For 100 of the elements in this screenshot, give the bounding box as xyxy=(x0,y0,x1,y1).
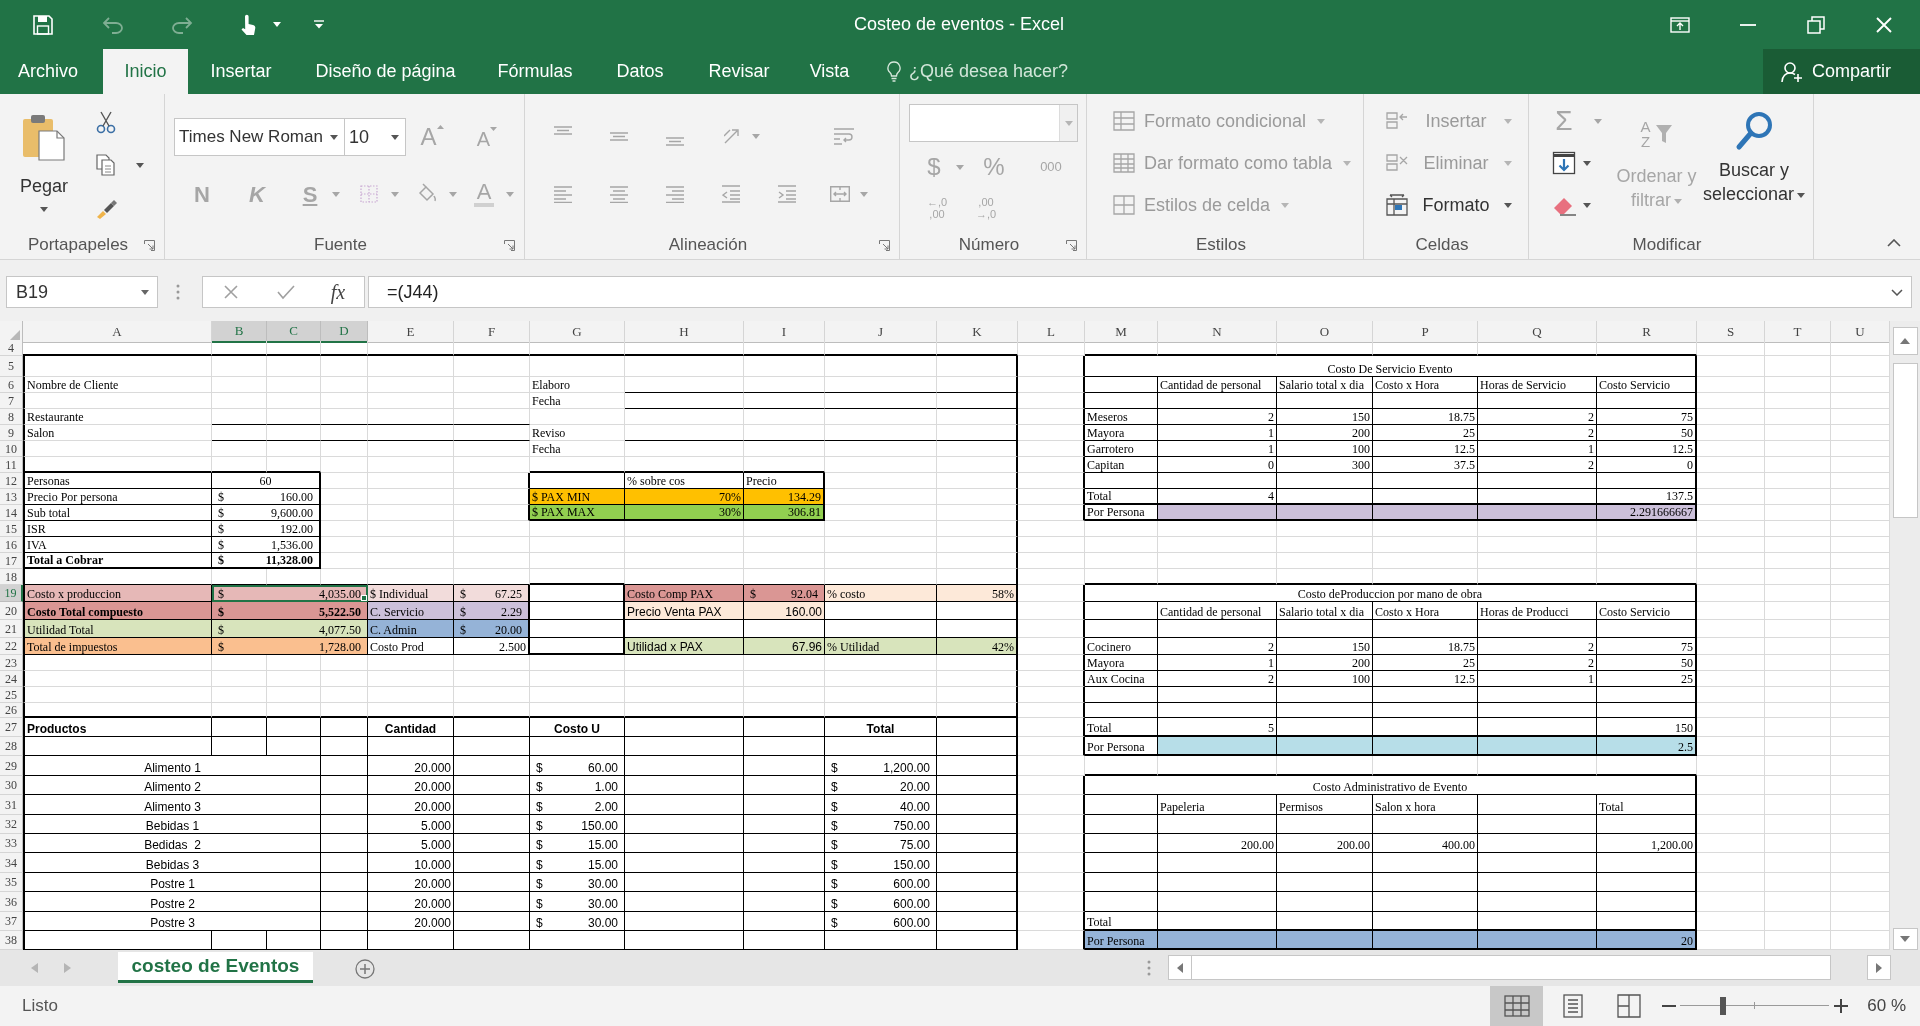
caret-icon xyxy=(506,191,514,197)
normal-view-button[interactable] xyxy=(1490,986,1544,1026)
scrollbar-thumb[interactable] xyxy=(1192,955,1831,980)
column-header[interactable]: F xyxy=(454,321,530,343)
row-header[interactable]: 29 xyxy=(0,756,23,776)
scroll-up-button[interactable] xyxy=(1892,327,1918,355)
row-header[interactable]: 34 xyxy=(0,853,23,873)
column-header[interactable]: P xyxy=(1373,321,1478,343)
column-header[interactable]: U xyxy=(1831,321,1890,343)
tell-me-field[interactable]: ¿Qué desea hacer? xyxy=(909,58,1149,85)
row-header[interactable]: 26 xyxy=(0,703,23,718)
column-header[interactable]: H xyxy=(625,321,744,343)
column-header[interactable]: C xyxy=(267,321,321,343)
zoom-slider[interactable] xyxy=(1680,996,1830,1016)
row-header[interactable]: 7 xyxy=(0,393,23,409)
row-header[interactable]: 22 xyxy=(0,638,23,655)
insert-function-button[interactable]: fx xyxy=(324,278,352,306)
column-header[interactable]: N xyxy=(1158,321,1277,343)
dialog-launcher-button[interactable] xyxy=(878,238,891,252)
row-header[interactable]: 19 xyxy=(0,585,23,602)
ribbon-tab[interactable]: Datos xyxy=(593,49,687,94)
row-header[interactable]: 16 xyxy=(0,537,23,553)
column-header[interactable]: A xyxy=(23,321,212,343)
row-header[interactable]: 8 xyxy=(0,409,23,425)
scroll-down-button[interactable] xyxy=(1892,928,1918,950)
ribbon-tab[interactable]: Inicio xyxy=(103,49,188,94)
column-header[interactable]: S xyxy=(1697,321,1765,343)
row-header[interactable]: 31 xyxy=(0,795,23,815)
ribbon-tab[interactable]: Insertar xyxy=(188,49,294,94)
row-header[interactable]: 18 xyxy=(0,569,23,585)
currency-symbol: $ xyxy=(218,587,224,601)
row-header[interactable]: 33 xyxy=(0,834,23,853)
column-header[interactable]: M xyxy=(1085,321,1158,343)
column-header[interactable]: R xyxy=(1597,321,1697,343)
paste-button[interactable]: Pegar xyxy=(12,94,76,224)
row-header[interactable]: 20 xyxy=(0,602,23,620)
row-header[interactable]: 30 xyxy=(0,776,23,795)
find-select-button[interactable]: Buscar y seleccionar xyxy=(1700,94,1808,222)
row-header[interactable]: 23 xyxy=(0,655,23,671)
row-header[interactable]: 38 xyxy=(0,931,23,950)
row-header[interactable]: 5 xyxy=(0,356,23,377)
table-cell: Salario total x dia xyxy=(1277,602,1373,620)
column-header[interactable]: E xyxy=(368,321,454,343)
column-header[interactable]: K xyxy=(937,321,1018,343)
scroll-right-button[interactable] xyxy=(1867,955,1891,980)
sheet-tab[interactable]: costeo de Eventos xyxy=(118,952,313,983)
row-header[interactable]: 14 xyxy=(0,505,23,521)
zoom-slider-thumb[interactable] xyxy=(1720,997,1727,1015)
table-cell: Total xyxy=(1597,795,1697,815)
row-header[interactable]: 17 xyxy=(0,553,23,569)
column-header[interactable]: G xyxy=(530,321,625,343)
row-header[interactable]: 35 xyxy=(0,873,23,892)
name-box[interactable]: B19 xyxy=(6,276,158,308)
dialog-launcher-button[interactable] xyxy=(1065,238,1078,252)
row-header[interactable]: 15 xyxy=(0,521,23,537)
row-header[interactable]: 6 xyxy=(0,377,23,393)
caret-icon xyxy=(1504,202,1512,208)
scroll-left-button[interactable] xyxy=(1168,955,1192,980)
row-header[interactable]: 21 xyxy=(0,620,23,638)
formula-field[interactable]: =(J44) xyxy=(368,276,1912,308)
row-header[interactable]: 9 xyxy=(0,425,23,441)
column-header[interactable]: B xyxy=(212,321,267,343)
dialog-launcher-button[interactable] xyxy=(143,238,156,252)
column-header[interactable]: Q xyxy=(1478,321,1597,343)
format-cells-button[interactable]: Formato xyxy=(1380,188,1518,222)
column-header[interactable]: L xyxy=(1018,321,1085,343)
currency-symbol: $ xyxy=(218,623,224,637)
row-header[interactable]: 24 xyxy=(0,671,23,687)
row-header[interactable]: 32 xyxy=(0,815,23,834)
table-cell: Postre 1 xyxy=(23,873,321,892)
ribbon-tab[interactable]: Diseño de página xyxy=(294,49,477,94)
row-header[interactable]: 10 xyxy=(0,441,23,457)
cell-value: 1,536.00 xyxy=(271,538,313,552)
column-header[interactable]: O xyxy=(1277,321,1373,343)
column-header[interactable]: I xyxy=(744,321,825,343)
ribbon-tab[interactable]: Revisar xyxy=(687,49,791,94)
dialog-launcher-icon xyxy=(1066,239,1077,251)
row-header[interactable]: 36 xyxy=(0,892,23,912)
column-header[interactable]: D xyxy=(321,321,368,343)
new-sheet-button[interactable] xyxy=(354,958,376,980)
row-header[interactable]: 4 xyxy=(0,341,23,356)
row-header[interactable]: 27 xyxy=(0,718,23,737)
scrollbar-thumb[interactable] xyxy=(1892,363,1918,518)
row-header[interactable]: 11 xyxy=(0,457,23,473)
share-button[interactable]: Compartir xyxy=(1763,49,1920,94)
row-header[interactable]: 12 xyxy=(0,473,23,489)
row-header[interactable]: 13 xyxy=(0,489,23,505)
row-header[interactable]: 37 xyxy=(0,912,23,931)
ribbon-tab[interactable]: Vista xyxy=(791,49,868,94)
row-header[interactable]: 25 xyxy=(0,687,23,703)
fill-handle[interactable] xyxy=(361,595,367,601)
ribbon-tab[interactable]: Archivo xyxy=(0,49,96,94)
number-format-combobox[interactable] xyxy=(909,104,1078,142)
table-cell: Costo Total compuesto xyxy=(23,602,212,620)
ribbon-tab[interactable]: Fórmulas xyxy=(477,49,593,94)
column-header[interactable]: J xyxy=(825,321,937,343)
column-header[interactable]: T xyxy=(1765,321,1831,343)
row-header[interactable]: 28 xyxy=(0,737,23,756)
table-cell: 2 xyxy=(1478,655,1597,671)
dialog-launcher-button[interactable] xyxy=(503,238,516,252)
